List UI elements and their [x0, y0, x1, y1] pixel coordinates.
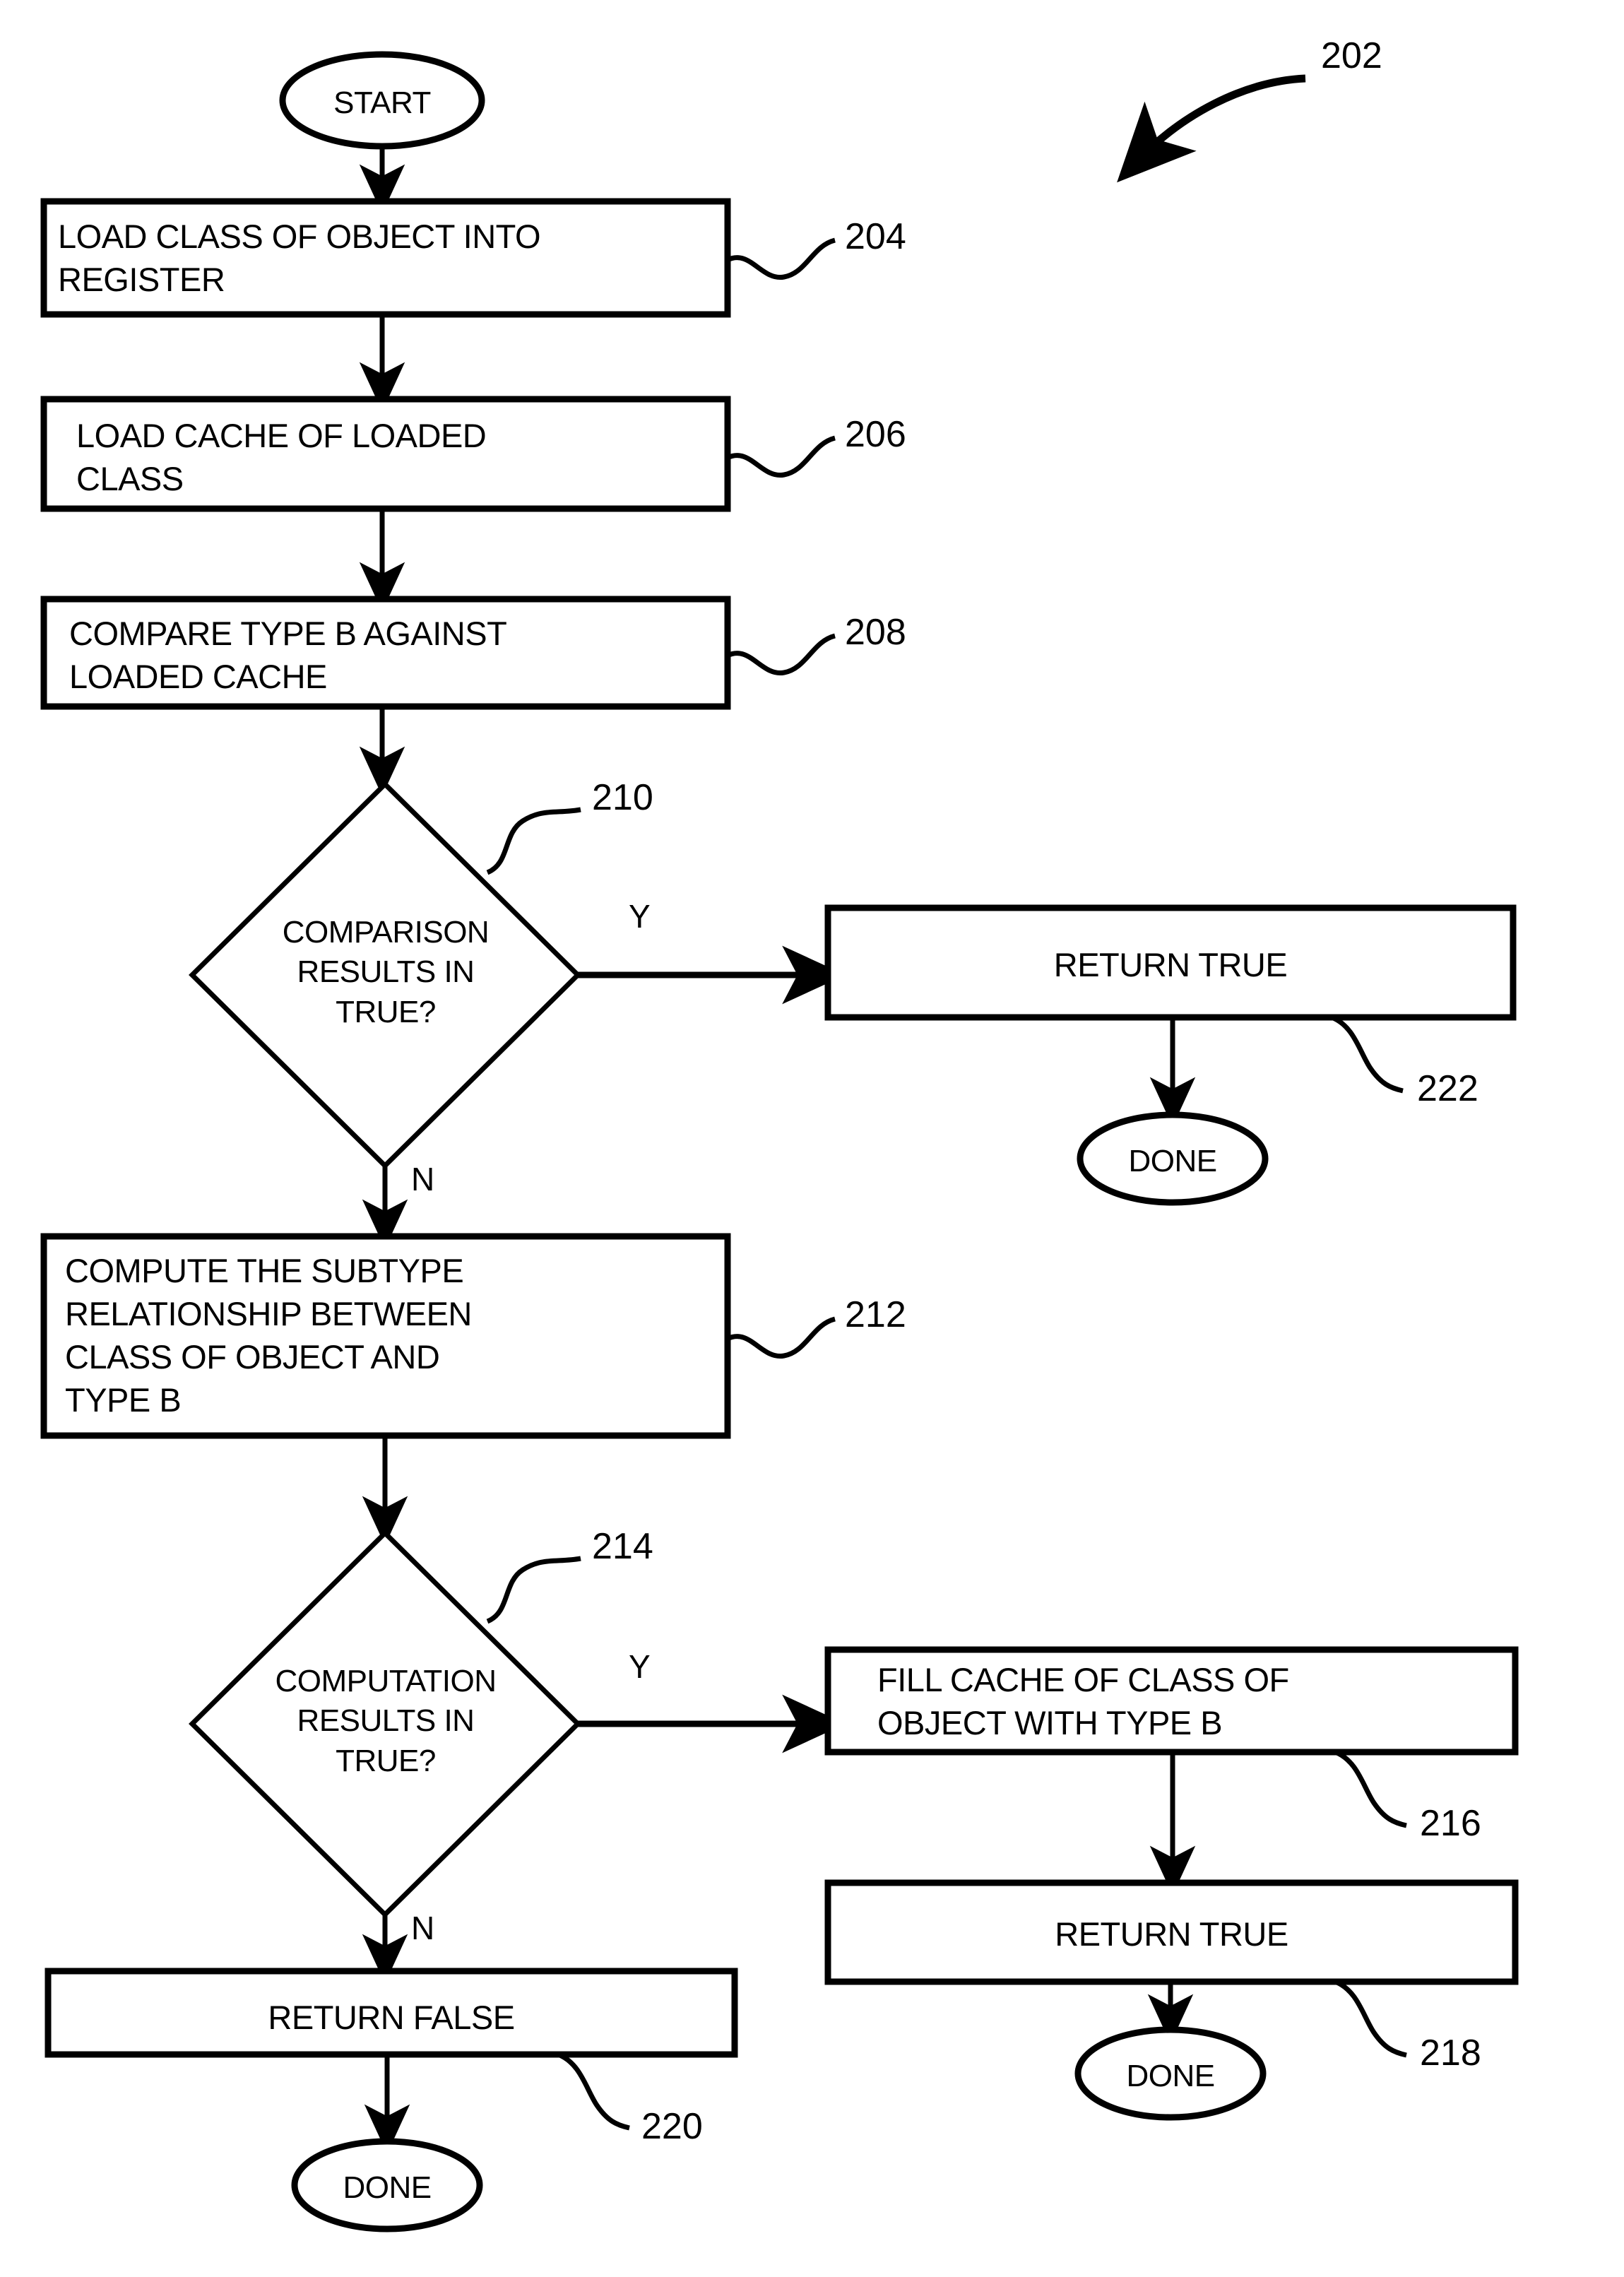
leader-line-206: [726, 435, 836, 478]
process-box-212: [40, 1233, 731, 1439]
done-oval-2: [1074, 2026, 1267, 2121]
leader-line-214: [486, 1556, 581, 1624]
decision-diamond-214: [189, 1530, 581, 1918]
leader-line-210: [486, 807, 581, 875]
flowchart-vector-layer: [40, 51, 1519, 2232]
leader-line-216: [1334, 1749, 1407, 1828]
process-box-220: [45, 1968, 738, 2058]
process-box-208: [40, 596, 731, 710]
leader-line-212: [726, 1316, 836, 1359]
leader-line-204: [726, 237, 836, 280]
leader-line-218: [1334, 1979, 1407, 2058]
leader-line-222: [1330, 1015, 1404, 1094]
process-box-218: [824, 1879, 1519, 1985]
figure-reference-arrow: [1117, 74, 1306, 183]
start-oval: [279, 51, 485, 150]
process-box-216: [824, 1646, 1519, 1756]
decision-diamond-210: [189, 781, 581, 1169]
leader-line-220: [557, 2052, 630, 2131]
done-oval-3: [291, 2138, 483, 2232]
flowchart-canvas: 202 START LOAD CLASS OF OBJECT INTO REGI…: [0, 0, 1624, 2277]
leader-line-208: [726, 633, 836, 675]
done-oval-1: [1077, 1111, 1269, 1206]
process-box-206: [40, 396, 731, 512]
process-box-222: [824, 904, 1517, 1021]
process-box-204: [40, 198, 731, 318]
